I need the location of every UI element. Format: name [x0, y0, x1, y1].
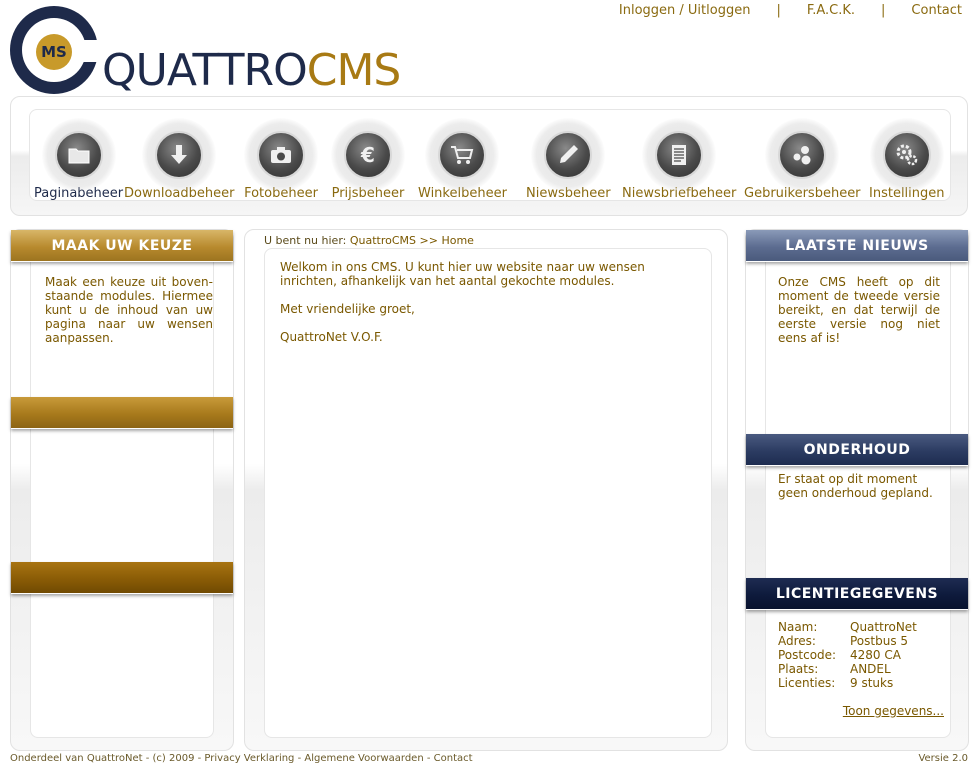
- welcome-text: Welkom in ons CMS. U kunt hier uw websit…: [280, 260, 645, 288]
- module-toolbar-inner: Paginabeheer Downloadbeheer Fotobeheer €…: [29, 109, 951, 201]
- empty-header-dark-gold: [11, 562, 233, 594]
- tool-gebruikersbeheer[interactable]: Gebruikersbeheer: [744, 118, 861, 201]
- show-details-link[interactable]: Toon gegevens...: [843, 704, 944, 718]
- license-details: Naam: QuattroNet Adres: Postbus 5 Postcode…: [778, 620, 917, 690]
- tool-paginabeheer[interactable]: Paginabeheer: [34, 118, 123, 201]
- tool-prijsbeheer[interactable]: € Prijsbeheer: [331, 118, 405, 201]
- news-text: Onze CMS heeft op dit moment de tweede v…: [778, 275, 940, 345]
- license-value: QuattroNet: [850, 620, 917, 634]
- license-row-city: Plaats: ANDEL: [778, 662, 917, 676]
- logo-cms: CMS: [306, 45, 402, 96]
- nav-separator: |: [776, 3, 781, 18]
- news-header: LAATSTE NIEUWS: [746, 230, 968, 262]
- license-value: 9 stuks: [850, 676, 894, 690]
- license-value: ANDEL: [850, 662, 891, 676]
- document-icon: [655, 131, 704, 179]
- empty-header-gold: [11, 397, 233, 429]
- tool-icon-wrap: [642, 118, 717, 192]
- folder-icon: [54, 131, 103, 179]
- choose-text: Maak een keuze uit boven-staande modules…: [45, 275, 213, 345]
- svg-text:€: €: [360, 143, 375, 167]
- euro-icon: €: [344, 131, 392, 179]
- module-toolbar: Paginabeheer Downloadbeheer Fotobeheer €…: [10, 96, 968, 216]
- version-label: Versie 2.0: [918, 753, 968, 764]
- tool-niewsbeheer[interactable]: Niewsbeheer: [526, 118, 611, 201]
- greeting-text: Met vriendelijke groet,: [280, 302, 415, 316]
- license-key: Postcode:: [778, 648, 837, 662]
- breadcrumb-path[interactable]: QuattroCMS >> Home: [350, 234, 474, 247]
- login-logout-link[interactable]: Inloggen / Uitloggen: [619, 3, 751, 18]
- license-header: LICENTIEGEGEVENS: [746, 578, 968, 610]
- maintenance-header: ONDERHOUD: [746, 434, 968, 466]
- license-row-licenses: Licenties: 9 stuks: [778, 676, 917, 690]
- signature-text: QuattroNet V.O.F.: [280, 330, 383, 344]
- top-navigation: Inloggen / Uitloggen | F.A.C.K. | Contac…: [619, 3, 962, 18]
- tool-icon-wrap: [244, 118, 318, 192]
- tool-icon-wrap: [869, 118, 944, 192]
- license-value: 4280 CA: [850, 648, 901, 662]
- footer-links[interactable]: Onderdeel van QuattroNet - (c) 2009 - Pr…: [10, 753, 473, 764]
- tool-downloadbeheer[interactable]: Downloadbeheer: [124, 118, 234, 201]
- main-column-inner: [264, 248, 712, 738]
- breadcrumb: U bent nu hier: QuattroCMS >> Home: [264, 234, 474, 247]
- tool-icon-wrap: [531, 118, 606, 192]
- tool-icon-wrap: [425, 118, 500, 192]
- contact-link[interactable]: Contact: [911, 3, 962, 18]
- license-key: Adres:: [778, 634, 816, 648]
- logo-ms-mark: MS: [36, 34, 72, 70]
- license-key: Naam:: [778, 620, 818, 634]
- download-arrow-icon: [155, 131, 204, 179]
- license-value: Postbus 5: [850, 634, 909, 648]
- logo-wordmark: QUATTROCMS: [102, 45, 402, 96]
- tool-icon-wrap: [765, 118, 840, 192]
- maintenance-text: Er staat op dit moment geen onderhoud ge…: [778, 472, 933, 500]
- tool-icon-wrap: [142, 118, 217, 192]
- license-row-postcode: Postcode: 4280 CA: [778, 648, 917, 662]
- license-key: Plaats:: [778, 662, 819, 676]
- tool-icon-wrap: €: [331, 118, 405, 192]
- gears-icon: [882, 131, 931, 179]
- license-row-address: Adres: Postbus 5: [778, 634, 917, 648]
- camera-icon: [257, 131, 305, 179]
- logo-ring-gap: [72, 40, 102, 62]
- logo-quattro: QUATTRO: [102, 45, 308, 96]
- tool-icon-wrap: [41, 118, 116, 192]
- quattrocms-logo[interactable]: MS QUATTROCMS: [10, 6, 401, 96]
- nav-separator: |: [881, 3, 886, 18]
- breadcrumb-prefix: U bent nu hier:: [264, 234, 347, 247]
- fack-link[interactable]: F.A.C.K.: [807, 3, 855, 18]
- tool-winkelbeheer[interactable]: Winkelbeheer: [418, 118, 507, 201]
- license-row-name: Naam: QuattroNet: [778, 620, 917, 634]
- tool-instellingen[interactable]: Instellingen: [869, 118, 945, 201]
- users-icon: [778, 131, 827, 179]
- choose-header: MAAK UW KEUZE: [11, 230, 233, 262]
- tool-niewsbriefbeheer[interactable]: Niewsbriefbeheer: [622, 118, 736, 201]
- license-key: Licenties:: [778, 676, 836, 690]
- pen-icon: [544, 131, 593, 179]
- tool-fotobeheer[interactable]: Fotobeheer: [244, 118, 318, 201]
